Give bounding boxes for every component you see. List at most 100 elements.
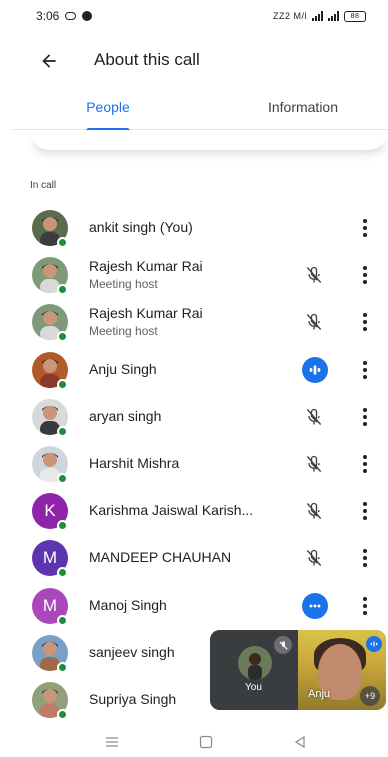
arrow-back-icon [42,54,56,68]
more-options-button[interactable] [355,499,375,523]
participant-name: aryan singh [89,408,162,424]
mic-off-icon [306,408,322,425]
mic-off-button[interactable] [302,499,326,523]
mic-off-icon [306,313,322,330]
status-left: 3:06 [36,9,93,23]
more-vert-icon [363,455,367,459]
participant-name: Rajesh Kumar Rai [89,258,203,274]
mic-off-button[interactable] [302,405,326,429]
participant-row[interactable]: Rajesh Kumar Rai Meeting host [0,253,388,299]
back-button[interactable] [36,48,62,74]
more-options-button[interactable] [355,263,375,287]
status-right: ZZ2 M/l 88 [273,10,366,22]
back-nav-button[interactable] [292,734,308,750]
more-options-button[interactable] [355,216,375,240]
participant-row[interactable]: Anju Singh [0,348,388,394]
more-vert-icon [363,219,367,223]
more-options-button[interactable] [355,358,375,382]
presence-dot [57,237,68,248]
participant-name: ankit singh (You) [89,219,193,235]
participant-name: Rajesh Kumar Rai [89,305,203,321]
page-title: About this call [94,50,200,69]
status-bar: 3:06 ZZ2 M/l 88 [0,0,388,32]
presence-dot [57,331,68,342]
more-options-button[interactable] [355,310,375,334]
participant-row[interactable]: aryan singh [0,395,388,441]
more-vert-icon [363,502,367,506]
more-vert-icon [363,597,367,601]
pip-self-label: You [245,682,262,693]
home-button[interactable] [198,734,214,750]
speaking-indicator [302,357,328,383]
back-triangle-icon [294,735,305,749]
more-options-button[interactable] [355,405,375,429]
pip-speaker-name: Anju [308,688,331,700]
participant-name: Manoj Singh [89,597,167,613]
participant-name: sanjeev singh [89,644,175,660]
mic-off-button[interactable] [302,310,326,334]
participant-name: Anju Singh [89,361,157,377]
participant-row[interactable]: K Karishma Jaiswal Karish... [0,489,388,535]
more-vert-icon [363,361,367,365]
presence-dot [57,473,68,484]
mic-off-icon [306,455,322,472]
system-nav-bar [0,728,388,757]
pip-speaking-icon [366,636,382,652]
more-options-button[interactable] [355,594,375,618]
tab-bar: People Information [12,92,388,131]
participant-name: Harshit Mishra [89,455,180,471]
home-square-icon [199,735,213,749]
audio-dots-icon [309,604,321,608]
signal-2-icon [328,11,339,21]
pip-self-tile: You [210,630,298,710]
presence-dot [57,284,68,295]
mic-off-button[interactable] [302,263,326,287]
recents-button[interactable] [104,734,120,750]
more-vert-icon [363,408,367,412]
more-vert-icon [363,313,367,317]
app-notification-icon [82,11,93,21]
mic-off-button[interactable] [302,546,326,570]
app-bar: About this call [0,38,388,82]
notification-icon [65,12,77,20]
battery-icon: 88 [344,10,366,22]
header-shadow [30,130,388,150]
participant-row[interactable]: M Manoj Singh [0,584,388,630]
menu-icon [106,737,118,747]
pip-mic-off-icon [274,636,292,654]
participant-row[interactable]: M MANDEEP CHAUHAN [0,536,388,582]
tab-people[interactable]: People [74,92,142,131]
more-vert-icon [363,549,367,553]
participant-row[interactable]: ankit singh (You) [0,206,388,252]
more-options-button[interactable] [355,452,375,476]
mic-off-icon [306,549,322,566]
presence-dot [57,520,68,531]
participant-name: Karishma Jaiswal Karish... [89,502,254,518]
more-options-button[interactable] [355,546,375,570]
more-vert-icon [363,266,367,270]
mic-off-button[interactable] [302,452,326,476]
tab-information[interactable]: Information [260,92,346,130]
clock: 3:06 [36,9,60,23]
mic-off-icon [306,502,322,519]
network-text: ZZ2 M/l [273,11,307,21]
participant-row[interactable]: Harshit Mishra [0,442,388,488]
tab-people-label: People [86,99,130,115]
mic-off-icon [306,266,322,283]
presence-dot [57,567,68,578]
presence-dot [57,426,68,437]
pip-speaker-tile: Anju +9 [298,630,386,710]
participant-name: MANDEEP CHAUHAN [89,549,232,565]
audio-active-indicator [302,593,328,619]
participant-row[interactable]: Rajesh Kumar Rai Meeting host [0,300,388,346]
signal-icon [312,11,323,21]
participant-name: Supriya Singh [89,691,177,707]
section-label-in-call: In call [30,180,57,191]
presence-dot [57,662,68,673]
tab-information-label: Information [267,99,339,115]
presence-dot [57,379,68,390]
participant-role: Meeting host [89,277,158,291]
picture-in-picture[interactable]: You Anju +9 [210,630,386,710]
pip-more-count: +9 [360,686,380,706]
self-avatar [238,646,272,680]
